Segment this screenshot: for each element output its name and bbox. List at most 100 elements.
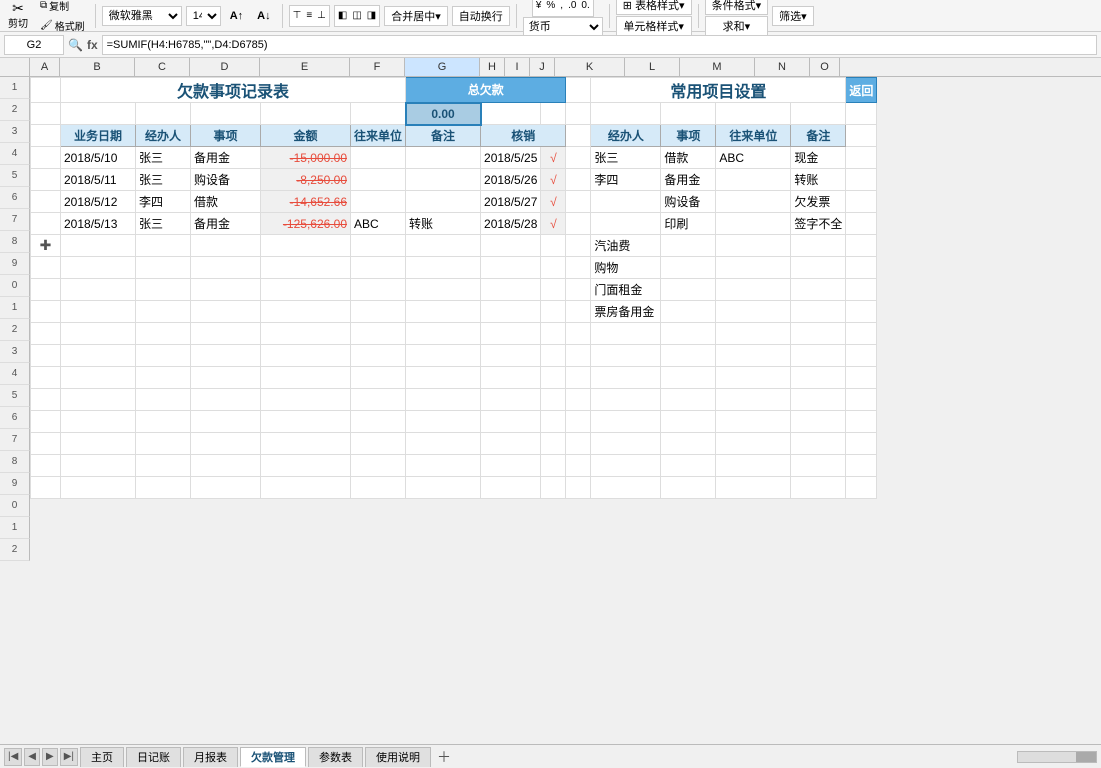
amount-cell-2[interactable]: -8,250.00 [261, 169, 351, 191]
cell-f8[interactable] [351, 235, 406, 257]
cell-j6[interactable] [566, 191, 591, 213]
cell-reference-input[interactable] [4, 35, 64, 55]
cell-a7[interactable] [31, 213, 61, 235]
r-partner-3[interactable] [716, 191, 791, 213]
align-center-button[interactable]: ◫ [350, 7, 363, 25]
r-note-3[interactable]: 欠发票 [791, 191, 846, 213]
tab-debt[interactable]: 欠款管理 [240, 747, 306, 767]
cell-j4[interactable] [566, 147, 591, 169]
font-size-select[interactable]: 14 [186, 6, 221, 26]
cell-j7[interactable] [566, 213, 591, 235]
col-header-b[interactable]: B [60, 58, 135, 76]
number-format-select[interactable]: 货币 [523, 17, 603, 37]
cell-j3[interactable] [566, 125, 591, 147]
cell-a2[interactable] [31, 103, 61, 125]
row-num-8[interactable]: 8 [0, 231, 30, 253]
tab-nav-last[interactable]: ▶| [60, 748, 78, 766]
align-bottom-button[interactable]: ⊥ [315, 7, 328, 25]
row-num-16[interactable]: 6 [0, 407, 30, 429]
r-item-4[interactable]: 印刷 [661, 213, 716, 235]
partner-cell-3[interactable] [351, 191, 406, 213]
r-partner-1[interactable]: ABC [716, 147, 791, 169]
col-header-h[interactable]: H [480, 58, 505, 76]
col-header-c[interactable]: C [135, 58, 190, 76]
tab-diary[interactable]: 日记账 [126, 747, 181, 767]
partner-cell-2[interactable] [351, 169, 406, 191]
check-cell-2[interactable]: √ [541, 169, 566, 191]
check-cell-4[interactable]: √ [541, 213, 566, 235]
cell-j1[interactable] [566, 78, 591, 103]
amount-cell-1[interactable]: -15,000.00 [261, 147, 351, 169]
cell-b8[interactable] [61, 235, 136, 257]
tab-nav-prev[interactable]: ◀ [24, 748, 40, 766]
verify-date-4[interactable]: 2018/5/28 [481, 213, 541, 235]
row-num-3[interactable]: 3 [0, 121, 30, 143]
cell-a1[interactable] [31, 78, 61, 103]
zoom-icon[interactable]: 🔍 [68, 38, 83, 52]
horizontal-scrollbar[interactable] [1017, 751, 1097, 763]
decimal-inc-button[interactable]: .0 [566, 0, 578, 15]
check-cell-1[interactable]: √ [541, 147, 566, 169]
date-cell-1[interactable]: 2018/5/10 [61, 147, 136, 169]
cell-m8[interactable] [716, 235, 791, 257]
tab-nav-next[interactable]: ▶ [42, 748, 58, 766]
thousands-button[interactable]: , [558, 0, 565, 15]
cell-l2[interactable] [661, 103, 716, 125]
cell-h8[interactable] [481, 235, 541, 257]
formula-input[interactable] [102, 35, 1097, 55]
row-num-12[interactable]: 2 [0, 319, 30, 341]
row-num-9[interactable]: 9 [0, 253, 30, 275]
col-header-l[interactable]: L [625, 58, 680, 76]
col-header-g[interactable]: G [405, 58, 480, 76]
row-num-19[interactable]: 9 [0, 473, 30, 495]
item-cell-2[interactable]: 购设备 [191, 169, 261, 191]
cell-n8[interactable] [791, 235, 846, 257]
col-header-a[interactable]: A [30, 58, 60, 76]
col-header-d[interactable]: D [190, 58, 260, 76]
item-cell-4[interactable]: 备用金 [191, 213, 261, 235]
row-num-21[interactable]: 1 [0, 517, 30, 539]
note-cell-3[interactable] [406, 191, 481, 213]
cell-c8[interactable] [136, 235, 191, 257]
cell-style-button[interactable]: 单元格样式▾ [616, 16, 692, 36]
row-num-2[interactable]: 2 [0, 99, 30, 121]
r-partner-2[interactable] [716, 169, 791, 191]
partner-cell-4[interactable]: ABC [351, 213, 406, 235]
cell-j5[interactable] [566, 169, 591, 191]
cell-h2[interactable] [481, 103, 541, 125]
cell-c2[interactable] [136, 103, 191, 125]
r-item-3[interactable]: 购设备 [661, 191, 716, 213]
cell-a5[interactable] [31, 169, 61, 191]
note-cell-2[interactable] [406, 169, 481, 191]
row-num-18[interactable]: 8 [0, 451, 30, 473]
r-item-8[interactable]: 票房备用金 [591, 301, 661, 323]
align-middle-button[interactable]: ≡ [304, 7, 314, 25]
col-header-o[interactable]: O [810, 58, 840, 76]
item-cell-1[interactable]: 备用金 [191, 147, 261, 169]
merge-center-button[interactable]: 合并居中▾ [384, 6, 448, 26]
add-sheet-button[interactable]: ＋ [433, 747, 455, 767]
filter-button[interactable]: 筛选▾ [772, 6, 814, 26]
r-item-7[interactable]: 门面租金 [591, 279, 661, 301]
date-cell-2[interactable]: 2018/5/11 [61, 169, 136, 191]
col-header-e[interactable]: E [260, 58, 350, 76]
cell-o2[interactable] [846, 103, 877, 125]
cell-a3[interactable] [31, 125, 61, 147]
row-num-15[interactable]: 5 [0, 385, 30, 407]
r-item-2[interactable]: 备用金 [661, 169, 716, 191]
cell-o4[interactable] [846, 147, 877, 169]
align-left-button[interactable]: ◧ [336, 7, 349, 25]
row-num-20[interactable]: 0 [0, 495, 30, 517]
cell-o8[interactable] [846, 235, 877, 257]
cell-i2[interactable] [541, 103, 566, 125]
r-partner-4[interactable] [716, 213, 791, 235]
auto-wrap-button[interactable]: 自动换行 [452, 6, 510, 26]
cell-n2[interactable] [791, 103, 846, 125]
currency-button[interactable]: ¥ [534, 0, 544, 15]
cell-o3[interactable] [846, 125, 877, 147]
row-num-13[interactable]: 3 [0, 341, 30, 363]
font-name-select[interactable]: 微软雅黑 [102, 6, 182, 26]
table-style-button[interactable]: ⊞ 表格样式▾ [616, 0, 692, 15]
row-num-17[interactable]: 7 [0, 429, 30, 451]
cell-b2[interactable] [61, 103, 136, 125]
